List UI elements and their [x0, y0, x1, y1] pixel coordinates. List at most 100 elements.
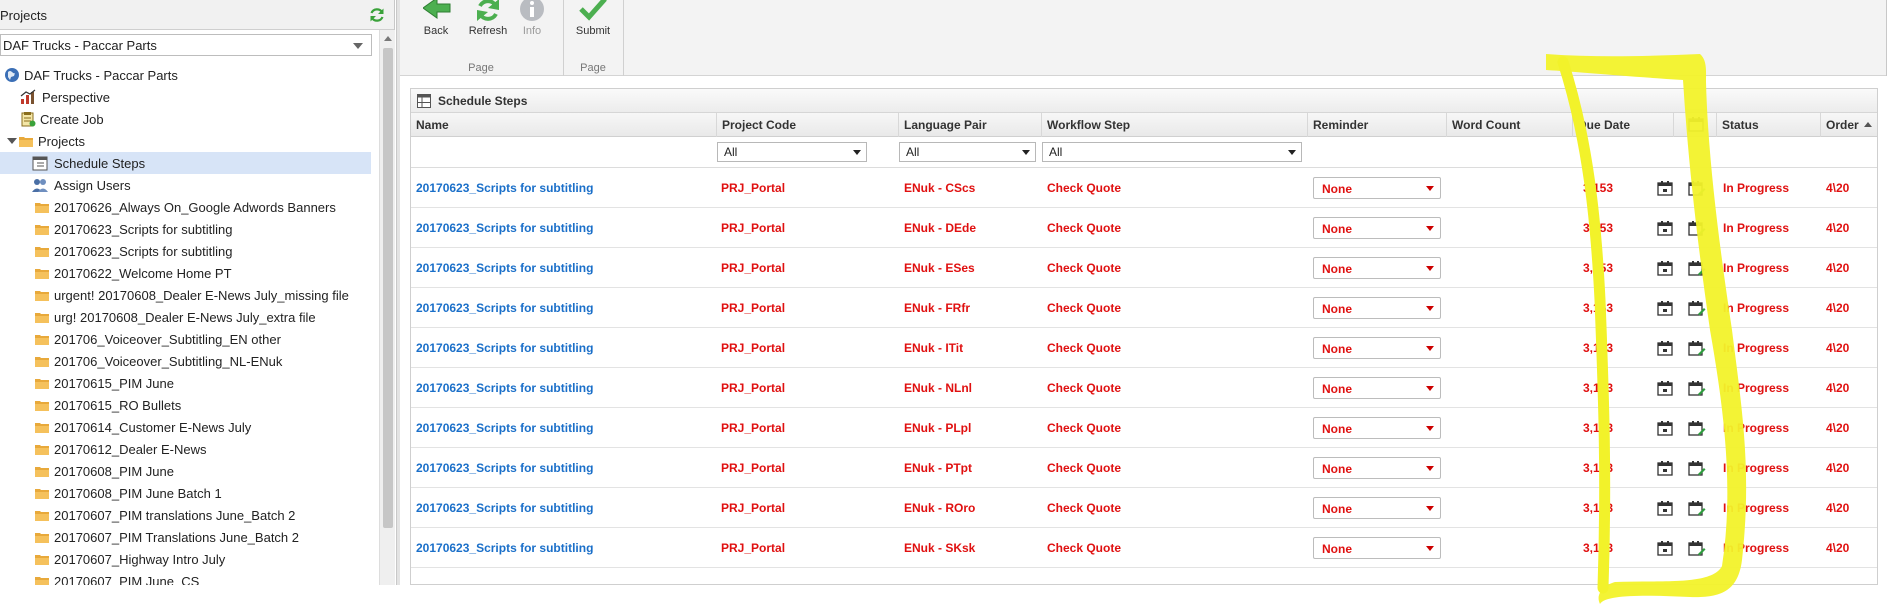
calendar-edit-icon[interactable]	[1688, 300, 1706, 316]
tree-item-project-folder[interactable]: 20170607_PIM Translations June_Batch 2	[0, 526, 375, 548]
tree-item-project-folder[interactable]: 20170614_Customer E-News July	[0, 416, 375, 438]
tree-item-perspective[interactable]: Perspective	[0, 86, 375, 108]
table-row[interactable]: 20170623_Scripts for subtitling PRJ_Porta…	[411, 408, 1877, 448]
calendar-edit-icon[interactable]	[1688, 420, 1706, 436]
table-row[interactable]: 20170623_Scripts for subtitling PRJ_Porta…	[411, 368, 1877, 408]
calendar-icon[interactable]	[1657, 500, 1673, 516]
panel-splitter[interactable]	[396, 0, 400, 585]
info-button[interactable]: Info	[504, 0, 560, 60]
tree-item-project-folder[interactable]: 20170607_PIM June_CS	[0, 570, 375, 585]
job-name-link[interactable]: 20170623_Scripts for subtitling	[416, 501, 593, 515]
column-header-name[interactable]: Name	[411, 113, 717, 137]
table-row[interactable]: 20170623_Scripts for subtitling PRJ_Porta…	[411, 488, 1877, 528]
table-row[interactable]: 20170623_Scripts for subtitling PRJ_Porta…	[411, 168, 1877, 208]
tree-root[interactable]: DAF Trucks - Paccar Parts	[0, 64, 375, 86]
filter-workflow-step[interactable]: All	[1042, 142, 1302, 162]
calendar-icon[interactable]	[1657, 340, 1673, 356]
reminder-select[interactable]: None	[1313, 377, 1441, 399]
tree-item-project-folder[interactable]: 201706_Voiceover_Subtitling_EN other	[0, 328, 375, 350]
column-header-word-count[interactable]: Word Count	[1447, 113, 1573, 137]
calendar-edit-icon[interactable]	[1688, 180, 1706, 196]
calendar-edit-icon[interactable]	[1688, 340, 1706, 356]
scroll-up-icon[interactable]	[384, 36, 392, 41]
calendar-icon[interactable]	[1657, 300, 1673, 316]
tree-item-project-folder[interactable]: 20170623_Scripts for subtitling	[0, 240, 375, 262]
tree-item-label: 201706_Voiceover_Subtitling_EN other	[54, 332, 281, 347]
table-row[interactable]: 20170623_Scripts for subtitling PRJ_Porta…	[411, 328, 1877, 368]
tree-scrollbar-thumb[interactable]	[383, 48, 393, 528]
tree-item-project-folder[interactable]: 20170608_PIM June	[0, 460, 375, 482]
job-name-link[interactable]: 20170623_Scripts for subtitling	[416, 381, 593, 395]
column-header-reminder[interactable]: Reminder	[1308, 113, 1447, 137]
refresh-icon[interactable]	[368, 6, 386, 24]
reminder-select[interactable]: None	[1313, 297, 1441, 319]
calendar-edit-icon[interactable]	[1688, 500, 1706, 516]
tree-item-project-folder[interactable]: 20170615_RO Bullets	[0, 394, 375, 416]
tree-item-project-folder[interactable]: urg! 20170608_Dealer E-News July_extra f…	[0, 306, 375, 328]
column-header-status[interactable]: Status	[1717, 113, 1821, 137]
tree-item-project-folder[interactable]: 20170626_Always On_Google Adwords Banner…	[0, 196, 375, 218]
tree-item-project-folder[interactable]: 20170608_PIM June Batch 1	[0, 482, 375, 504]
project-select[interactable]: DAF Trucks - Paccar Parts	[0, 34, 372, 56]
submit-button[interactable]: Submit	[565, 0, 621, 60]
filter-language-pair[interactable]: All	[899, 142, 1036, 162]
tree-item-project-folder[interactable]: 20170615_PIM June	[0, 372, 375, 394]
table-row[interactable]: 20170623_Scripts for subtitling PRJ_Porta…	[411, 448, 1877, 488]
calendar-edit-icon[interactable]	[1688, 460, 1706, 476]
tree-item-assign-users[interactable]: Assign Users	[0, 174, 375, 196]
tree-item-project-folder[interactable]: 20170607_Highway Intro July	[0, 548, 375, 570]
column-header-language-pair[interactable]: Language Pair	[899, 113, 1042, 137]
calendar-icon[interactable]	[1657, 460, 1673, 476]
tree-item-project-folder[interactable]: 20170612_Dealer E-News	[0, 438, 375, 460]
job-name-link[interactable]: 20170623_Scripts for subtitling	[416, 461, 593, 475]
table-row[interactable]: 20170623_Scripts for subtitling PRJ_Porta…	[411, 208, 1877, 248]
job-name-link[interactable]: 20170623_Scripts for subtitling	[416, 301, 593, 315]
tree-item-projects[interactable]: Projects	[0, 130, 375, 152]
calendar-edit-icon[interactable]	[1688, 380, 1706, 396]
job-name-link[interactable]: 20170623_Scripts for subtitling	[416, 541, 593, 555]
expand-arrow-icon[interactable]	[7, 138, 17, 144]
calendar-icon[interactable]	[1657, 260, 1673, 276]
calendar-edit-icon[interactable]	[1688, 260, 1706, 276]
calendar-icon[interactable]	[1657, 540, 1673, 556]
calendar-icon[interactable]	[1657, 220, 1673, 236]
job-name-link[interactable]: 20170623_Scripts for subtitling	[416, 221, 593, 235]
tree-item-schedule-steps[interactable]: Schedule Steps	[0, 152, 371, 174]
tree-item-project-folder[interactable]: 201706_Voiceover_Subtitling_NL-ENuk	[0, 350, 375, 372]
job-name-link[interactable]: 20170623_Scripts for subtitling	[416, 341, 593, 355]
workflow-step-cell: Check Quote	[1047, 461, 1122, 475]
reminder-select[interactable]: None	[1313, 457, 1441, 479]
calendar-edit-icon[interactable]	[1688, 540, 1706, 556]
reminder-select[interactable]: None	[1313, 497, 1441, 519]
reminder-select[interactable]: None	[1313, 417, 1441, 439]
job-name-link[interactable]: 20170623_Scripts for subtitling	[416, 261, 593, 275]
reminder-select[interactable]: None	[1313, 217, 1441, 239]
column-header-order[interactable]: Order	[1821, 113, 1877, 137]
calendar-edit-icon[interactable]	[1688, 220, 1706, 236]
tree-item-project-folder[interactable]: 20170623_Scripts for subtitling	[0, 218, 375, 240]
calendar-icon[interactable]	[1657, 180, 1673, 196]
globe-icon	[5, 68, 19, 82]
back-button[interactable]: Back	[408, 0, 464, 60]
tree-item-create-job[interactable]: Create Job	[0, 108, 375, 130]
tree-item-project-folder[interactable]: 20170607_PIM translations June_Batch 2	[0, 504, 375, 526]
column-header-calendar[interactable]	[1674, 113, 1717, 137]
reminder-select[interactable]: None	[1313, 337, 1441, 359]
filter-project-code[interactable]: All	[717, 142, 867, 162]
job-name-link[interactable]: 20170623_Scripts for subtitling	[416, 421, 593, 435]
table-row[interactable]: 20170623_Scripts for subtitling PRJ_Porta…	[411, 528, 1877, 568]
tree-scrollbar[interactable]	[379, 30, 395, 585]
job-name-link[interactable]: 20170623_Scripts for subtitling	[416, 181, 593, 195]
column-header-due-date[interactable]: Due Date	[1573, 113, 1674, 137]
reminder-select[interactable]: None	[1313, 537, 1441, 559]
tree-item-project-folder[interactable]: urgent! 20170608_Dealer E-News July_miss…	[0, 284, 375, 306]
calendar-icon[interactable]	[1657, 420, 1673, 436]
table-row[interactable]: 20170623_Scripts for subtitling PRJ_Porta…	[411, 248, 1877, 288]
reminder-select[interactable]: None	[1313, 177, 1441, 199]
column-header-workflow-step[interactable]: Workflow Step	[1042, 113, 1308, 137]
table-row[interactable]: 20170623_Scripts for subtitling PRJ_Porta…	[411, 288, 1877, 328]
reminder-select[interactable]: None	[1313, 257, 1441, 279]
column-header-project-code[interactable]: Project Code	[717, 113, 899, 137]
calendar-icon[interactable]	[1657, 380, 1673, 396]
tree-item-project-folder[interactable]: 20170622_Welcome Home PT	[0, 262, 375, 284]
